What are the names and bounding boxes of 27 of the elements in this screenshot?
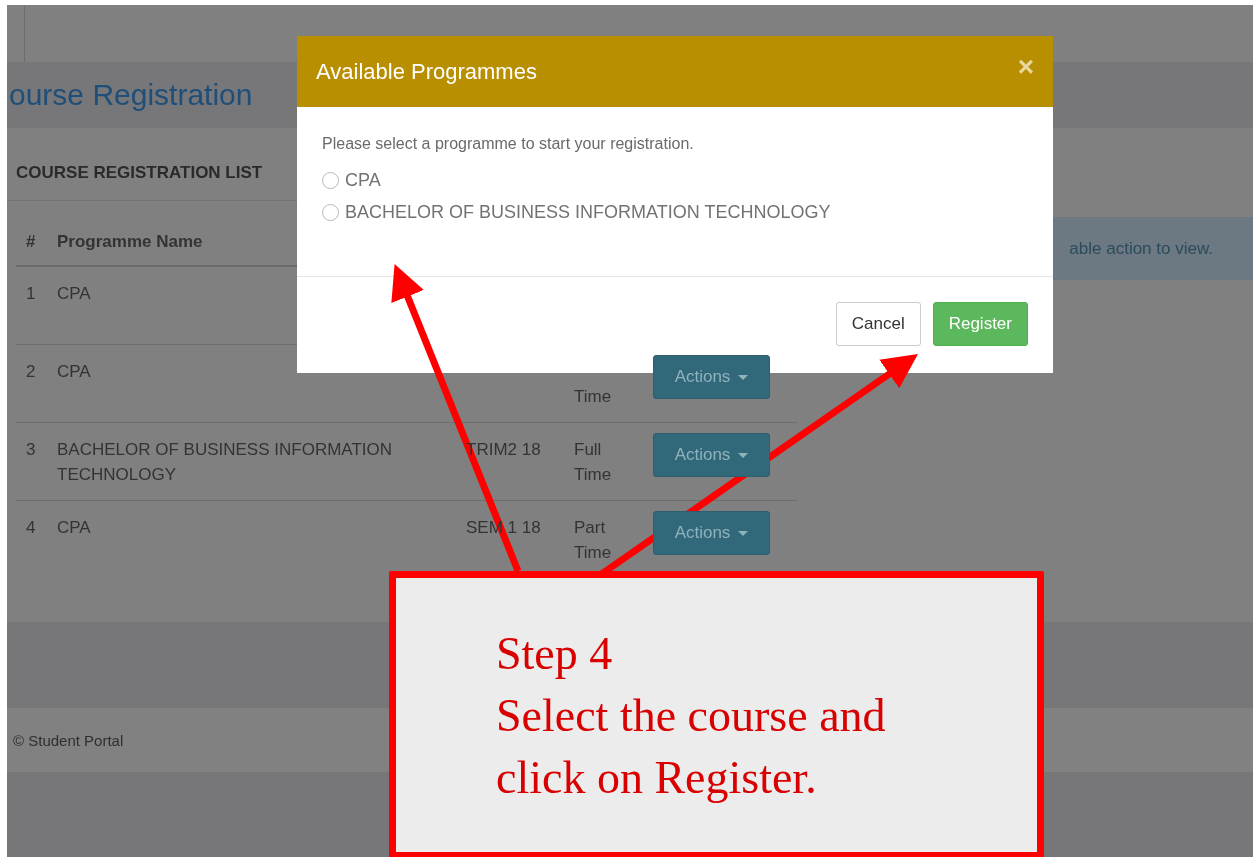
close-button[interactable]: × — [1017, 52, 1034, 81]
actions-button[interactable]: Actions — [653, 355, 770, 399]
caret-icon — [738, 374, 749, 380]
table-cell-text: Part Time — [574, 517, 613, 564]
column-header: # — [25, 230, 37, 253]
table-cell-text: 1 — [25, 283, 37, 305]
caret-icon — [738, 530, 749, 536]
table-cell-text: CPA — [56, 283, 92, 305]
column-header: Programme Name — [56, 230, 204, 253]
actions-button[interactable]: Actions — [653, 511, 770, 555]
annotation-text: Step 4 Select the course and click on Register. — [496, 627, 886, 805]
page-title: ourse Registration — [9, 78, 253, 112]
register-button[interactable]: Register — [932, 302, 1028, 346]
table-cell-text: Full Time — [574, 439, 613, 486]
table-cell-text: Time — [574, 386, 613, 408]
prompt-text: Please select a programme to start your registration. — [322, 135, 695, 153]
table-cell-text: 2 — [25, 361, 37, 383]
table-cell-text: BACHELOR OF BUSINESS INFORMATION TECHNOLOGY — [56, 439, 393, 486]
modal-title: Available Programmes — [316, 58, 537, 85]
table-cell-text: CPA — [56, 517, 92, 539]
table-cell-text: 3 — [25, 439, 37, 461]
table-cell-text: CPA — [56, 361, 92, 383]
cancel-button[interactable]: Cancel — [835, 302, 921, 346]
actions-button[interactable]: Actions — [653, 433, 770, 477]
table-cell-text: 4 — [25, 517, 37, 539]
footer-text: © Student Portal — [13, 731, 124, 749]
caret-icon — [738, 452, 749, 458]
